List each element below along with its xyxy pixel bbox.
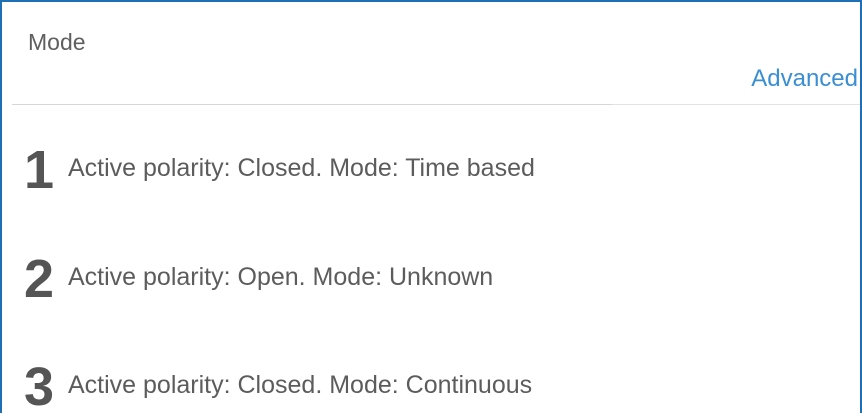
advanced-link[interactable]: Advanced xyxy=(751,65,858,93)
mode-list-item[interactable]: 3 Active polarity: Closed. Mode: Continu… xyxy=(24,357,844,413)
mode-list-item[interactable]: 1 Active polarity: Closed. Mode: Time ba… xyxy=(24,140,844,200)
mode-title: Mode xyxy=(28,29,86,55)
mode-header: Mode Advanced xyxy=(2,2,860,105)
mode-list-item[interactable]: 2 Active polarity: Open. Mode: Unknown xyxy=(24,249,844,309)
header-divider xyxy=(12,104,612,105)
header-divider-right xyxy=(612,104,860,105)
item-label: Active polarity: Closed. Mode: Time base… xyxy=(68,154,535,182)
item-label: Active polarity: Closed. Mode: Continuou… xyxy=(68,371,533,399)
item-label: Active polarity: Open. Mode: Unknown xyxy=(68,263,494,291)
item-number: 3 xyxy=(24,357,55,413)
item-number: 2 xyxy=(24,249,55,309)
item-number: 1 xyxy=(24,140,55,200)
mode-panel: Mode Advanced 1 Active polarity: Closed.… xyxy=(0,0,862,413)
